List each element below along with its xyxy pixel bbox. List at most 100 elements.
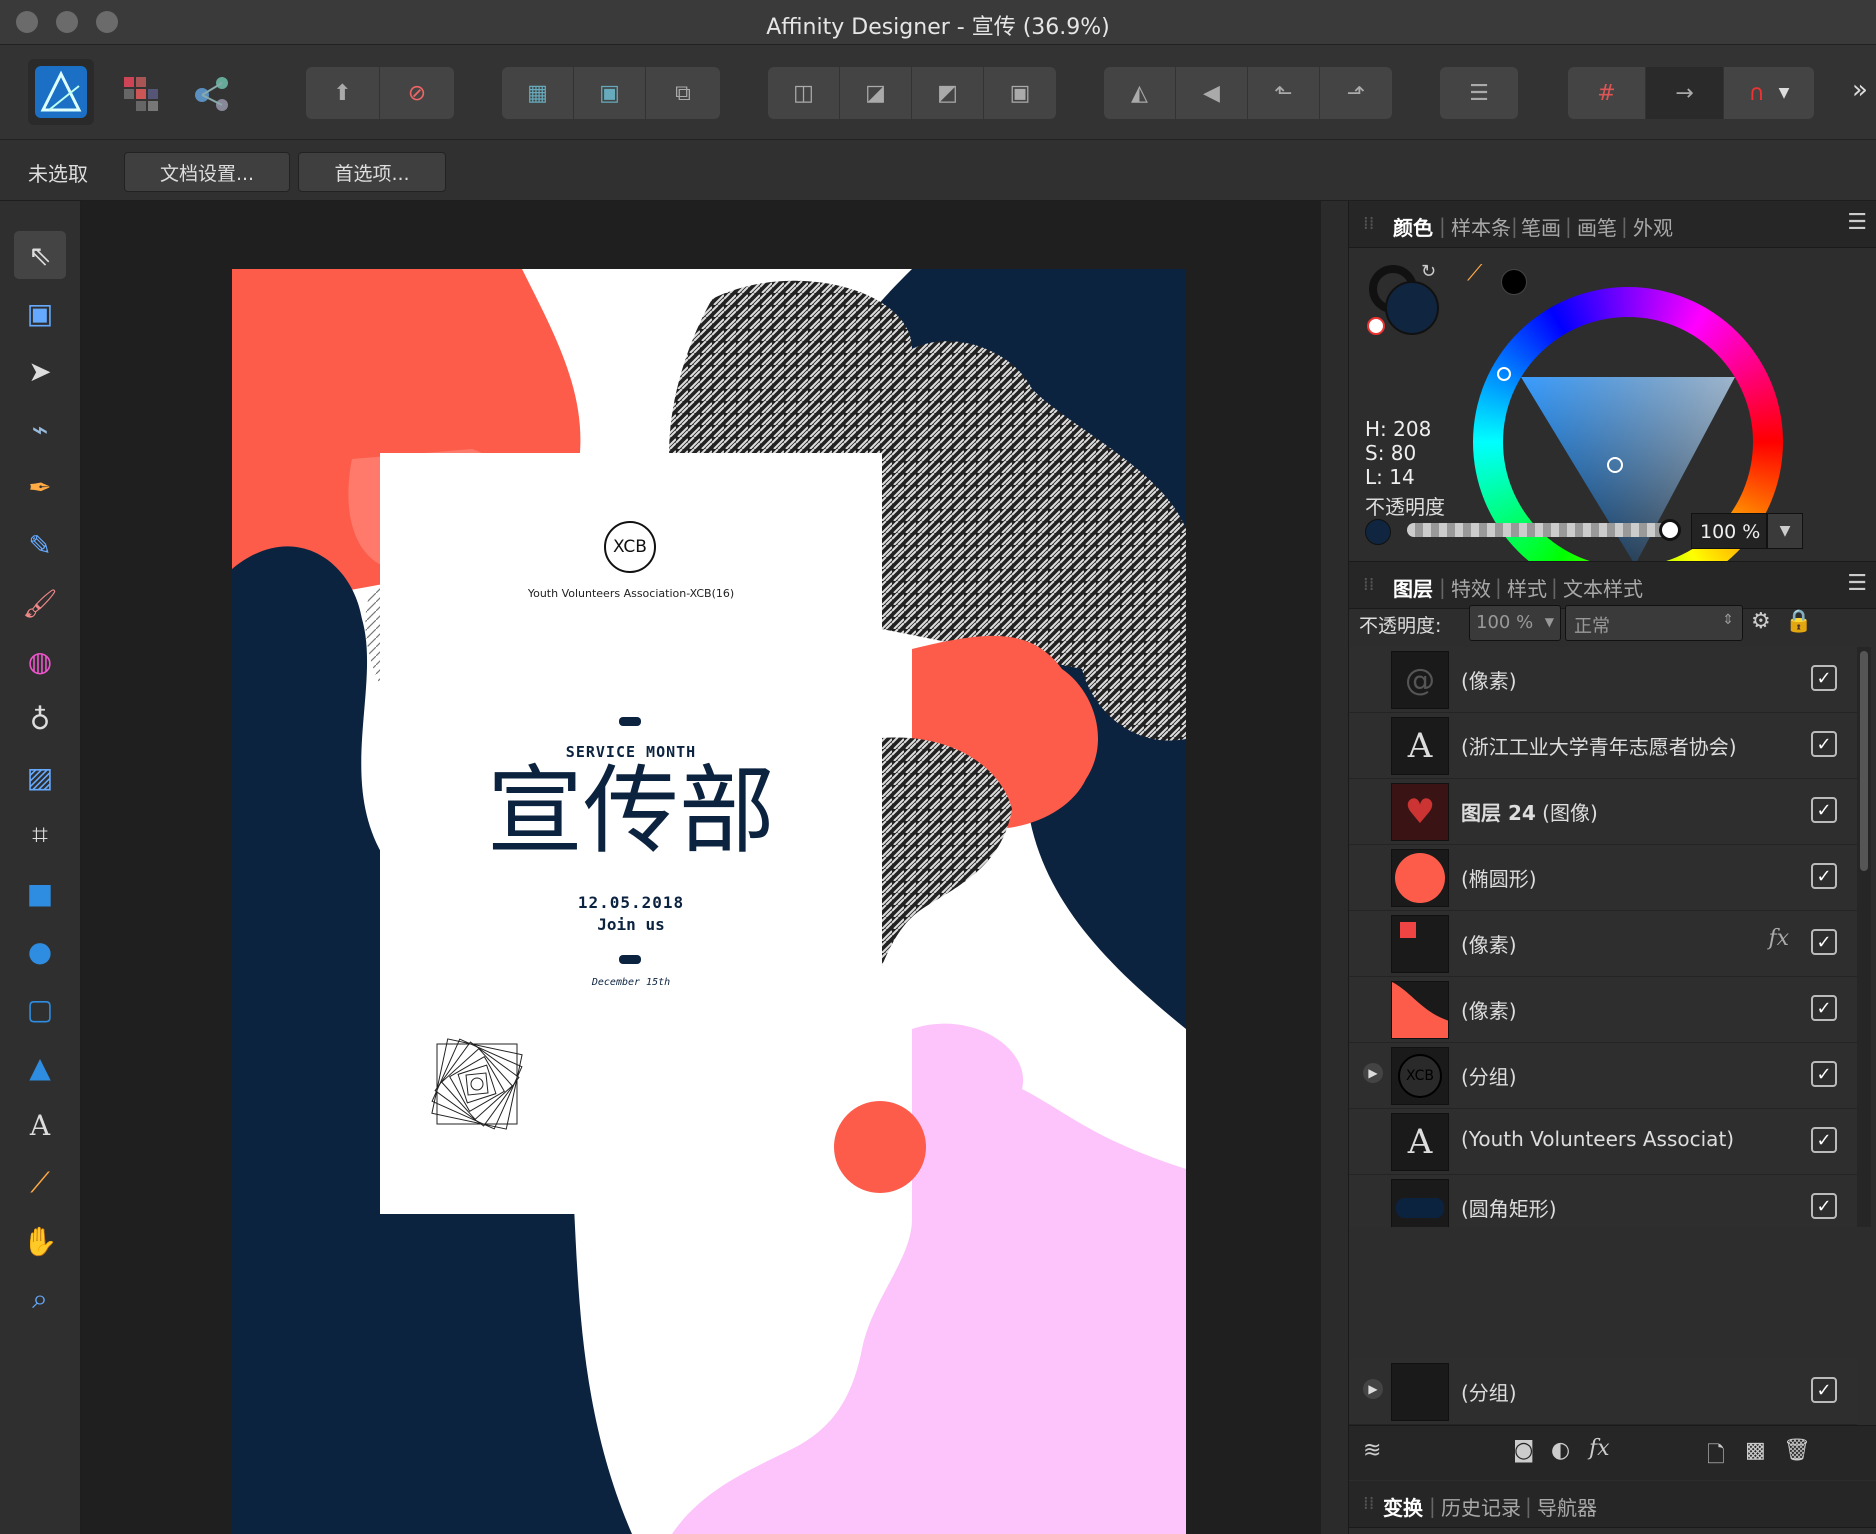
artboard-tool[interactable]: ▣ xyxy=(14,289,66,337)
expand-arrow-icon[interactable]: ▶ xyxy=(1363,1063,1383,1083)
visibility-checkbox[interactable]: ✓ xyxy=(1811,1193,1837,1219)
tab-transform[interactable]: 变换 xyxy=(1383,1492,1423,1521)
layer-row[interactable]: (圆角矩形) ✓ xyxy=(1349,1175,1857,1227)
panel-menu-icon[interactable]: ☰ xyxy=(1847,210,1867,235)
tab-appearance[interactable]: 外观 xyxy=(1633,212,1673,241)
opacity-slider-handle[interactable] xyxy=(1659,519,1681,541)
layer-row[interactable]: ♥ 图层 24 (图像) ✓ xyxy=(1349,779,1857,845)
visibility-checkbox[interactable]: ✓ xyxy=(1811,1377,1837,1403)
zoom-tool[interactable]: ⌕ xyxy=(14,1275,66,1323)
crop-tool[interactable]: ⌗ xyxy=(14,811,66,859)
export-persona-button[interactable] xyxy=(190,71,234,115)
tab-color[interactable]: 颜色 xyxy=(1393,212,1433,241)
visibility-checkbox[interactable]: ✓ xyxy=(1811,797,1837,823)
artboard[interactable]: XCB Youth Volunteers Association-XCB(16)… xyxy=(232,269,1186,1534)
visibility-checkbox[interactable]: ✓ xyxy=(1811,863,1837,889)
hand-tool[interactable]: ✋ xyxy=(14,1217,66,1265)
opacity-dropdown-button[interactable]: ▼ xyxy=(1767,513,1803,549)
document-setup-button[interactable]: 文档设置... xyxy=(124,152,290,192)
fill-tool[interactable]: ◍ xyxy=(14,637,66,685)
corner-tool[interactable]: ⌁ xyxy=(14,405,66,453)
eyedropper-icon[interactable]: ⟋ xyxy=(1467,261,1482,286)
no-selection-button[interactable]: ⊘ xyxy=(380,67,454,119)
fx-icon[interactable]: fx xyxy=(1589,1436,1610,1461)
canvas[interactable]: XCB Youth Volunteers Association-XCB(16)… xyxy=(81,201,1321,1534)
layer-opacity-select[interactable]: 100 % ▼ xyxy=(1469,605,1561,641)
intersect-button[interactable]: ◩ xyxy=(912,67,984,119)
visibility-checkbox[interactable]: ✓ xyxy=(1811,731,1837,757)
add-pixel-layer-icon[interactable]: ▩ xyxy=(1745,1438,1766,1463)
layer-row[interactable]: A (Youth Volunteers Associat) ✓ xyxy=(1349,1109,1857,1175)
flip-v-button[interactable]: ◀ xyxy=(1176,67,1248,119)
picked-color-swatch[interactable] xyxy=(1501,269,1527,295)
align-button[interactable]: ☰ xyxy=(1440,67,1518,119)
gear-icon[interactable]: ⚙ xyxy=(1751,609,1771,634)
layers-stack-icon[interactable]: ≋ xyxy=(1363,1438,1381,1463)
layer-row[interactable]: A (浙江工业大学青年志愿者协会) ✓ xyxy=(1349,713,1857,779)
select-outside-button[interactable]: ▣ xyxy=(574,67,646,119)
tab-stroke[interactable]: 笔画 xyxy=(1521,212,1561,241)
layer-row[interactable]: (椭圆形) ✓ xyxy=(1349,845,1857,911)
add-layer-icon[interactable]: 🗋 xyxy=(1707,1438,1725,1476)
swap-colors-icon[interactable]: ↻ xyxy=(1421,261,1436,282)
tab-text-styles[interactable]: 文本样式 xyxy=(1563,573,1643,602)
visibility-checkbox[interactable]: ✓ xyxy=(1811,995,1837,1021)
text-tool[interactable]: A xyxy=(14,1101,66,1149)
flip-h-button[interactable]: ◭ xyxy=(1104,67,1176,119)
subtract-button[interactable]: ◪ xyxy=(840,67,912,119)
tab-brushes[interactable]: 画笔 xyxy=(1577,212,1617,241)
triangle-tool[interactable]: ▲ xyxy=(14,1043,66,1091)
snap-button[interactable]: → xyxy=(1646,67,1724,119)
pixel-persona-button[interactable] xyxy=(118,71,162,115)
layer-row[interactable]: ▶ (分组) ✓ xyxy=(1349,1359,1857,1425)
visibility-checkbox[interactable]: ✓ xyxy=(1811,665,1837,691)
layer-row[interactable]: (像素) fx ✓ xyxy=(1349,911,1857,977)
pen-tool[interactable]: ✒ xyxy=(14,463,66,511)
transform-origin-button[interactable]: ⧉ xyxy=(646,67,720,119)
hue-handle[interactable] xyxy=(1497,367,1511,381)
vector-brush-tool[interactable]: 🖌 xyxy=(14,579,66,627)
rounded-rectangle-tool[interactable]: ▢ xyxy=(14,985,66,1033)
tab-styles[interactable]: 样式 xyxy=(1507,573,1547,602)
blend-mode-select[interactable]: 正常 ⇕ xyxy=(1565,605,1743,641)
grid-button[interactable]: # xyxy=(1568,67,1646,119)
add-button[interactable]: ◫ xyxy=(768,67,840,119)
preferences-button[interactable]: 首选项... xyxy=(298,152,446,192)
tab-history[interactable]: 历史记录 xyxy=(1441,1492,1521,1521)
tab-layers[interactable]: 图层 xyxy=(1393,573,1433,602)
trash-icon[interactable]: 🗑 xyxy=(1783,1438,1811,1463)
fill-swatch[interactable] xyxy=(1385,281,1439,335)
tab-effects[interactable]: 特效 xyxy=(1451,573,1491,602)
node-tool[interactable]: ➤ xyxy=(14,347,66,395)
layer-row[interactable]: ▶ XCB (分组) ✓ xyxy=(1349,1043,1857,1109)
divide-button[interactable]: ▣ xyxy=(984,67,1056,119)
publish-button[interactable]: ⬆ xyxy=(306,67,380,119)
opacity-slider[interactable] xyxy=(1407,523,1675,537)
transparency-tool[interactable]: ♁ xyxy=(14,695,66,743)
layers-scrollbar-thumb[interactable] xyxy=(1860,651,1868,871)
color-picker-tool[interactable]: ⟋ xyxy=(14,1159,66,1207)
layer-row[interactable]: @ (像素) ✓ xyxy=(1349,647,1857,713)
tab-swatches[interactable]: 样本条 xyxy=(1451,212,1511,241)
visibility-checkbox[interactable]: ✓ xyxy=(1811,929,1837,955)
designer-persona-button[interactable] xyxy=(28,59,94,125)
move-tool[interactable]: ⇖ xyxy=(14,231,66,279)
layers-scrollbar[interactable] xyxy=(1857,647,1871,1227)
place-image-tool[interactable]: ▨ xyxy=(14,753,66,801)
rotate-left-button[interactable]: ⬑ xyxy=(1248,67,1320,119)
ellipse-tool[interactable]: ● xyxy=(14,927,66,975)
tab-navigator[interactable]: 导航器 xyxy=(1537,1492,1597,1521)
rotate-right-button[interactable]: ⬏ xyxy=(1320,67,1392,119)
opacity-input[interactable]: 100 % xyxy=(1691,513,1767,549)
no-color-icon[interactable] xyxy=(1367,317,1385,335)
adjustment-icon[interactable]: ◐ xyxy=(1551,1438,1570,1463)
rectangle-tool[interactable]: ■ xyxy=(14,869,66,917)
lock-icon[interactable]: 🔒 xyxy=(1785,609,1812,634)
mask-icon[interactable]: ◙ xyxy=(1513,1438,1534,1463)
magnet-button[interactable]: ∩ ▼ xyxy=(1724,67,1814,119)
toolbar-overflow-button[interactable]: » xyxy=(1852,75,1868,105)
select-inside-button[interactable]: ▦ xyxy=(502,67,574,119)
visibility-checkbox[interactable]: ✓ xyxy=(1811,1061,1837,1087)
layer-row[interactable]: (像素) ✓ xyxy=(1349,977,1857,1043)
visibility-checkbox[interactable]: ✓ xyxy=(1811,1127,1837,1153)
